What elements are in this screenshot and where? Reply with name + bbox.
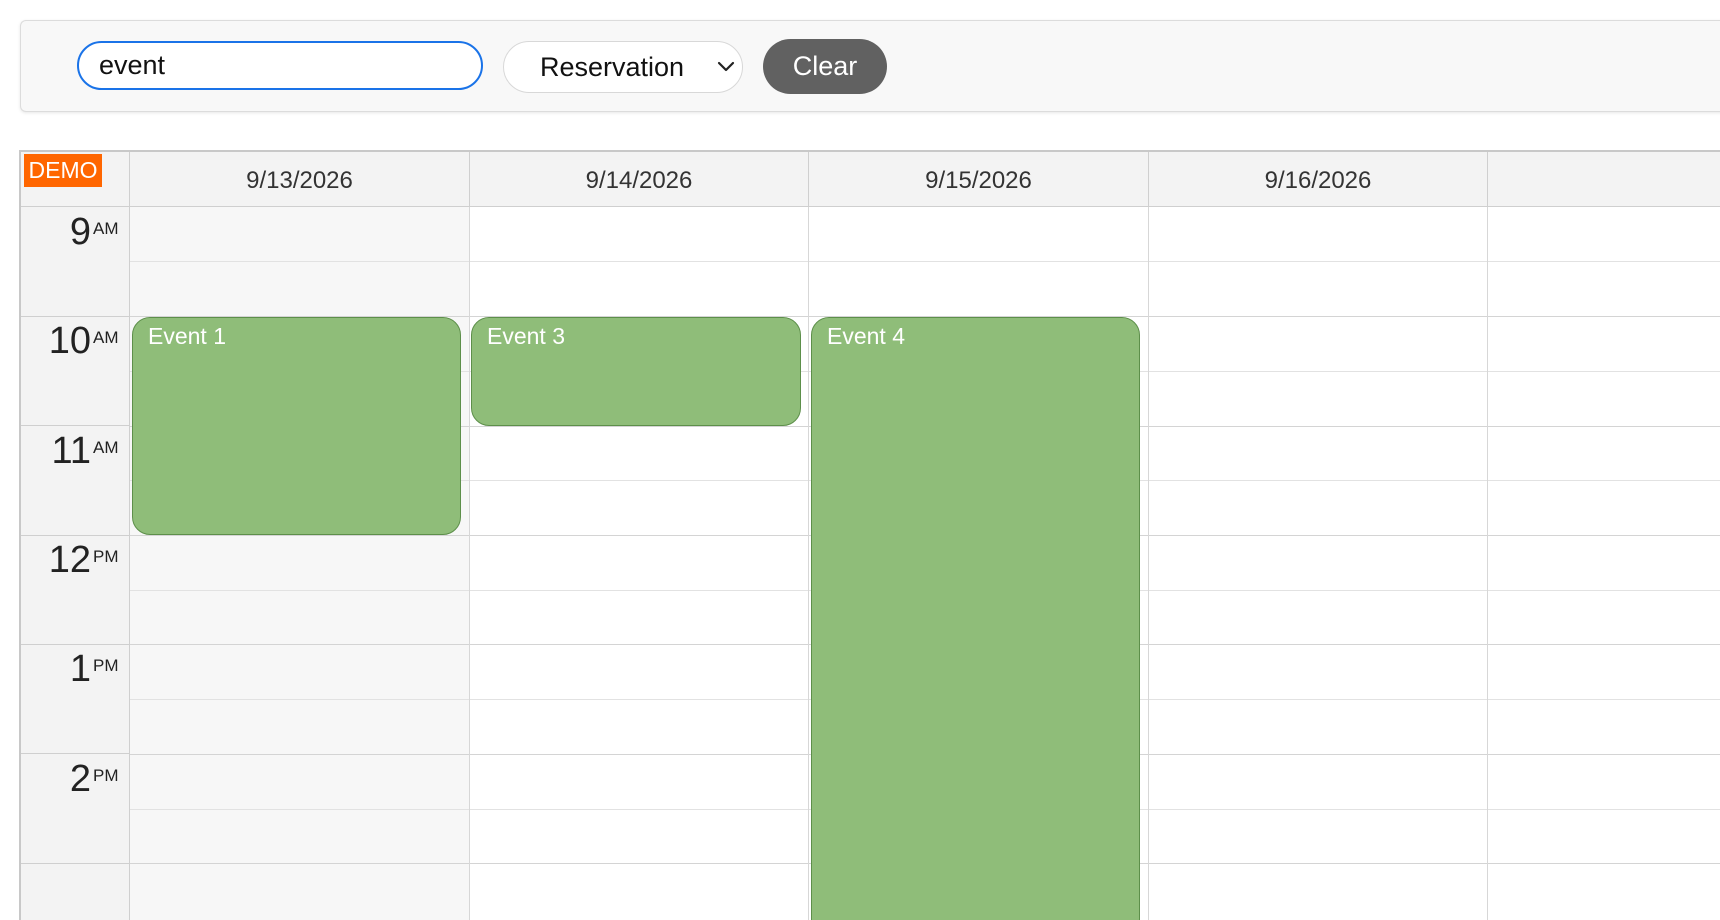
event-block[interactable]: Event 1	[132, 317, 461, 535]
day-separator	[469, 207, 470, 920]
hour-ampm: AM	[93, 219, 119, 238]
day-header[interactable]: 9/16/2026	[1149, 152, 1488, 207]
day-header[interactable]: 9/13/2026	[130, 152, 470, 207]
hour-ampm: PM	[93, 656, 119, 675]
half-hour-line	[130, 261, 1720, 262]
clear-button[interactable]: Clear	[763, 39, 887, 94]
hour-number: 1	[69, 648, 91, 690]
day-header-empty	[1488, 152, 1720, 207]
hour-number: 11	[51, 430, 91, 472]
day-header[interactable]: 9/14/2026	[470, 152, 809, 207]
day-separator	[808, 207, 809, 920]
calendar-corner: DEMO	[21, 152, 130, 207]
hour-cell: 9 AM	[21, 207, 129, 317]
hour-number: 2	[69, 758, 91, 800]
event-block[interactable]: Event 4	[811, 317, 1140, 920]
day-column-shade	[130, 207, 469, 920]
hour-ampm: AM	[93, 328, 119, 347]
hour-cell: 11 AM	[21, 426, 129, 536]
calendar: DEMO 9/13/2026 9/14/2026 9/15/2026 9/16/…	[19, 150, 1720, 920]
hour-cell: 2 PM	[21, 754, 129, 864]
chevron-down-icon	[717, 61, 735, 72]
hour-cell: 10 AM	[21, 316, 129, 426]
hour-number: 10	[48, 320, 91, 362]
resource-type-select[interactable]: Reservation	[503, 41, 743, 93]
hour-ampm: PM	[93, 547, 119, 566]
search-input[interactable]	[77, 41, 483, 90]
hour-number: 9	[69, 211, 91, 253]
hour-cell: 12 PM	[21, 535, 129, 645]
day-separator	[1148, 207, 1149, 920]
day-separator	[1487, 207, 1488, 920]
demo-badge: DEMO	[24, 154, 102, 187]
hour-cell: 1 PM	[21, 644, 129, 754]
event-block[interactable]: Event 3	[471, 317, 801, 426]
day-header[interactable]: 9/15/2026	[809, 152, 1149, 207]
hour-ampm: AM	[93, 438, 119, 457]
select-value: Reservation	[540, 51, 685, 82]
hour-number: 12	[48, 539, 91, 581]
toolbar: Reservation Clear	[20, 20, 1720, 112]
hour-ampm: PM	[93, 766, 119, 785]
time-column: 9 AM 10 AM 11 AM 12 PM 1 PM 2 PM	[21, 207, 130, 920]
